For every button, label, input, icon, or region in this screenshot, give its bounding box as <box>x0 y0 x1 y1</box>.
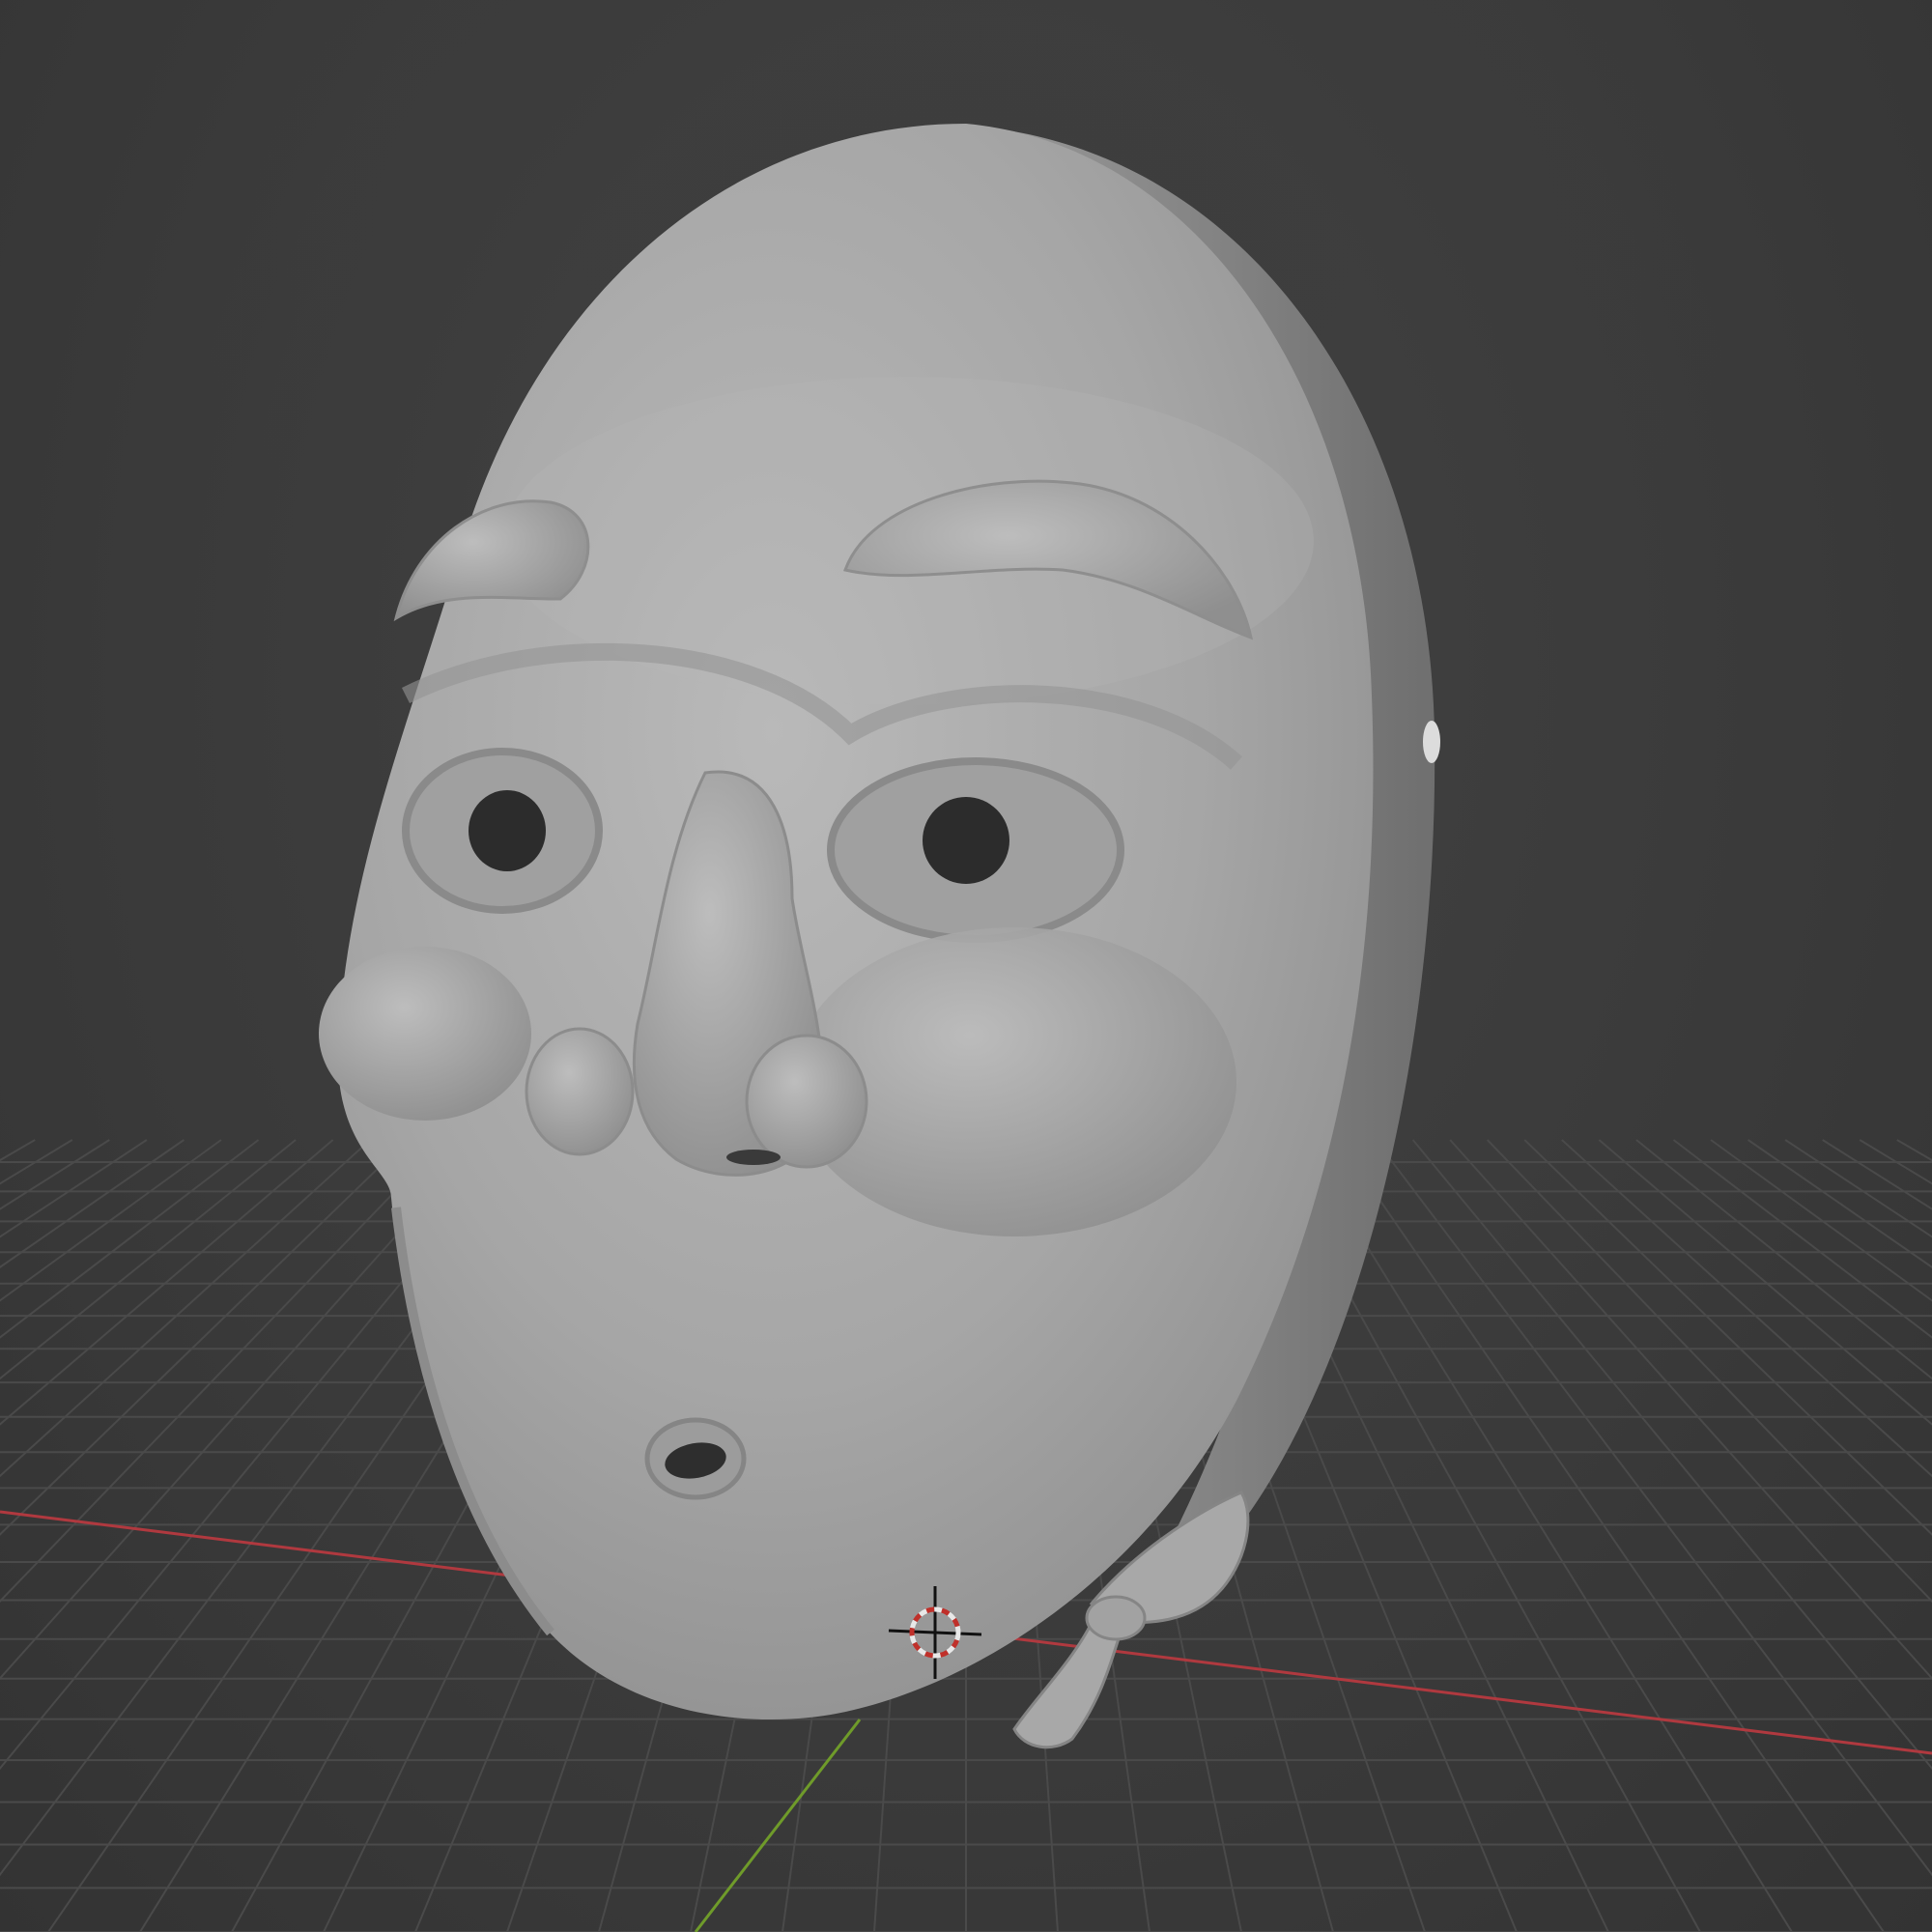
grid-line <box>0 1139 110 1210</box>
viewport-canvas[interactable] <box>0 0 1932 1932</box>
grid-line <box>1523 1139 1932 1536</box>
3d-viewport[interactable] <box>0 0 1932 1932</box>
grid-line <box>1337 1139 1885 1932</box>
grid-line <box>0 1139 334 1426</box>
grid-line <box>1486 1139 1932 1604</box>
grid-line <box>1375 1139 1932 1877</box>
grid-line <box>1747 1139 1932 1268</box>
grid-line <box>1822 1139 1932 1210</box>
nostril-right <box>745 1034 868 1169</box>
nostril-left <box>525 1027 635 1156</box>
grid-line <box>1561 1139 1932 1478</box>
grid-line <box>1411 1139 1932 1771</box>
grid-line <box>0 1139 297 1380</box>
grid-line <box>1784 1139 1932 1238</box>
strap-hole <box>1423 721 1440 763</box>
ribbon-knot <box>1085 1595 1147 1641</box>
grid-line <box>1635 1139 1932 1380</box>
grid-line <box>0 1139 36 1162</box>
eye-hole-left <box>469 790 546 871</box>
grid-line <box>0 1139 446 1604</box>
nostril-hole <box>726 1150 781 1165</box>
grid-line <box>0 1139 185 1268</box>
grid-line <box>1449 1139 1932 1680</box>
grid-line <box>1300 1139 1793 1932</box>
cheek-left <box>319 947 531 1121</box>
grid-line <box>1896 1139 1932 1162</box>
grid-line <box>1598 1139 1932 1426</box>
grid-line <box>1710 1139 1932 1302</box>
eye-hole-right <box>923 797 1009 884</box>
grid-line <box>0 1139 148 1238</box>
y-axis-line <box>694 1719 862 1932</box>
